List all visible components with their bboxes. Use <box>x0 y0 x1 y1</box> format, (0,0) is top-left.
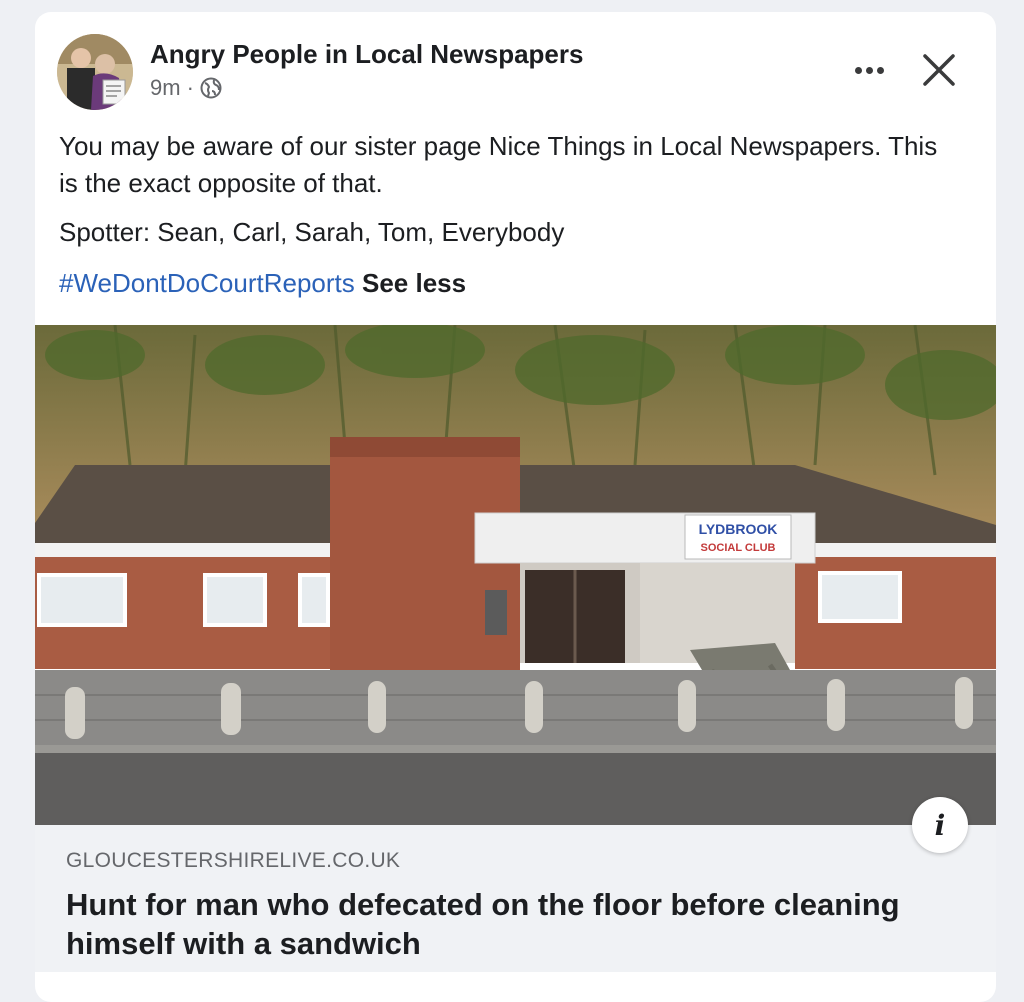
close-icon <box>923 54 955 86</box>
hashtag-link[interactable]: #WeDontDoCourtReports <box>59 268 355 298</box>
link-preview[interactable]: GLOUCESTERSHIRELIVE.CO.UK Hunt for man w… <box>35 825 996 972</box>
post-card: Angry People in Local Newspapers 9m · Yo… <box>35 12 996 1002</box>
avatar-photo <box>57 34 133 110</box>
social-club-photo: LYDBROOK SOCIAL CLUB <box>35 325 996 825</box>
link-domain: GLOUCESTERSHIRELIVE.CO.UK <box>66 849 401 872</box>
more-dot-icon <box>876 66 884 74</box>
page-name-link[interactable]: Angry People in Local Newspapers <box>150 39 583 70</box>
post-text-line-1: You may be aware of our sister page Nice… <box>59 131 938 198</box>
post-text-line-3: #WeDontDoCourtReports See less <box>59 265 959 302</box>
more-options-button[interactable] <box>847 56 891 84</box>
more-dot-icon <box>865 66 873 74</box>
close-button[interactable] <box>915 46 963 94</box>
meta-separator: · <box>186 75 194 100</box>
see-less-link[interactable]: See less <box>362 268 466 298</box>
post-photo[interactable]: LYDBROOK SOCIAL CLUB <box>35 325 996 825</box>
info-button[interactable]: i <box>912 797 968 853</box>
link-headline[interactable]: Hunt for man who defecated on the floor … <box>66 885 956 963</box>
info-icon: i <box>934 808 946 842</box>
post-meta: 9m · <box>150 75 222 101</box>
more-dot-icon <box>854 66 862 74</box>
page-avatar[interactable] <box>57 34 133 110</box>
sign-text-2: SOCIAL CLUB <box>701 542 776 554</box>
sign-text-1: LYDBROOK <box>699 521 778 537</box>
post-text-line-2: Spotter: Sean, Carl, Sarah, Tom, Everybo… <box>59 217 565 247</box>
globe-icon <box>200 77 222 99</box>
post-timestamp[interactable]: 9m <box>150 75 181 101</box>
